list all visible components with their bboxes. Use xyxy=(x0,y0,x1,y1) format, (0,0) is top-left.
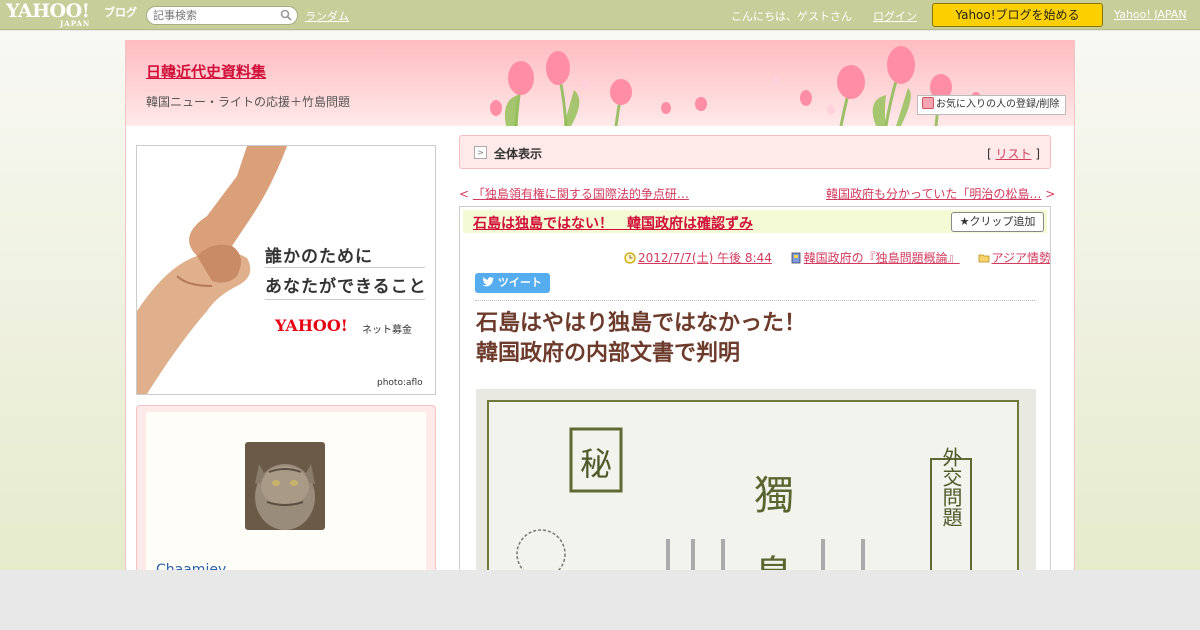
ad-divider xyxy=(265,299,425,300)
ad-line-2: あなたができること xyxy=(265,277,427,297)
post-article: 石島は独島ではない！ 韓国政府は確認ずみ ★クリップ追加 2012/7/7(土)… xyxy=(459,206,1051,570)
next-post-title: 韓国政府も分かっていた「明治の松島… xyxy=(826,187,1042,201)
favorite-label: お気に入りの人の登録/削除 xyxy=(936,99,1060,110)
view-all-label[interactable]: 全体表示 xyxy=(494,145,542,162)
headline-line-1: 石島はやはり独島ではなかった！ xyxy=(476,311,807,336)
blog-container: 日韓近代史資料集 韓国ニュー・ライトの応援＋竹島問題 お気に入りの人の登録/削除 xyxy=(125,40,1075,570)
donation-ad-banner[interactable]: 誰かのために あなたができること YAHOO! ネット募金 photo:aflo xyxy=(136,145,436,395)
post-meta: 2012/7/7(土) 午後 8:44 韓国政府の『独島問題概論』 アジア情勢 xyxy=(610,249,1050,265)
doc-secret-mark: 秘 xyxy=(580,445,612,483)
post-headline: 石島はやはり独島ではなかった！ 韓国政府の内部文書で判明 xyxy=(476,309,806,369)
folder-icon xyxy=(978,254,989,263)
profile-name[interactable]: Chaamiey xyxy=(156,562,226,570)
blog-header: 日韓近代史資料集 韓国ニュー・ライトの応援＋竹島問題 お気に入りの人の登録/削除 xyxy=(126,40,1074,126)
post-date[interactable]: 2012/7/7(土) 午後 8:44 xyxy=(638,251,772,265)
star-icon: ★ xyxy=(959,215,970,228)
view-all-bar: > 全体表示 [ リスト ] xyxy=(459,135,1051,169)
top-bar: YAHOO! JAPAN ブログ ランダム こんにちは、ゲストさん ログイン Y… xyxy=(0,0,1200,30)
next-arrow: > xyxy=(1041,187,1056,201)
logo-japan: JAPAN xyxy=(60,19,91,28)
prev-post-link[interactable]: < 「独島領有権に関する国際法的争点研… xyxy=(459,185,689,202)
next-post-link[interactable]: 韓国政府も分かっていた「明治の松島… > xyxy=(826,185,1055,202)
avatar[interactable] xyxy=(245,442,325,530)
clock-icon xyxy=(624,252,636,264)
yahoo-blog-logo[interactable]: YAHOO! JAPAN ブログ xyxy=(6,0,137,29)
doc-char-2: 島 xyxy=(754,553,794,570)
start-blog-button[interactable]: Yahoo!ブログを始める xyxy=(932,3,1103,27)
ad-divider xyxy=(265,267,425,268)
document-image: 秘 獨 島 外交問題 xyxy=(476,389,1036,570)
ad-logo-sub: ネット募金 xyxy=(362,325,412,336)
doc-right-label: 外交問題 xyxy=(939,447,963,527)
prev-arrow: < xyxy=(459,187,473,201)
page-bottom xyxy=(0,570,1200,630)
search-input[interactable] xyxy=(153,7,281,24)
post-header: 石島は独島ではない！ 韓国政府は確認ずみ ★クリップ追加 xyxy=(463,210,1047,233)
search-box xyxy=(146,6,298,25)
list-link[interactable]: リスト xyxy=(995,147,1031,161)
book-icon xyxy=(791,252,801,264)
clip-add-button[interactable]: ★クリップ追加 xyxy=(951,212,1044,232)
ad-line-1: 誰かのために xyxy=(265,247,373,267)
logo-blog: ブログ xyxy=(104,6,137,19)
arrow-right-icon: > xyxy=(474,146,487,159)
ad-photo-credit: photo:aflo xyxy=(377,378,423,388)
post-divider xyxy=(475,300,1035,301)
document-scan-icon: 秘 獨 島 外交問題 xyxy=(487,400,1019,570)
search-icon[interactable] xyxy=(280,9,292,21)
list-toggle: [ リスト ] xyxy=(987,145,1040,162)
post-book[interactable]: 韓国政府の『独島問題概論』 xyxy=(804,251,960,265)
doc-char-1: 獨 xyxy=(754,473,794,519)
favorite-button[interactable]: お気に入りの人の登録/削除 xyxy=(917,95,1066,115)
list-bracket-close: ] xyxy=(1031,147,1040,161)
blog-title[interactable]: 日韓近代史資料集 xyxy=(146,61,266,82)
tweet-label: ツイート xyxy=(497,276,542,289)
greeting-text: こんにちは、ゲストさん xyxy=(731,10,852,23)
favorite-icon xyxy=(922,97,934,109)
post-title[interactable]: 石島は独島ではない！ 韓国政府は確認ずみ xyxy=(473,213,753,233)
clip-label: クリップ追加 xyxy=(969,215,1036,228)
profile-inner: Chaamiey xyxy=(146,412,426,570)
headline-line-2: 韓国政府の内部文書で判明 xyxy=(476,341,741,366)
blog-subtitle: 韓国ニュー・ライトの応援＋竹島問題 xyxy=(146,95,351,109)
prev-post-title: 「独島領有権に関する国際法的争点研… xyxy=(472,187,689,201)
hands-photo-icon xyxy=(137,146,435,394)
tweet-button[interactable]: ツイート xyxy=(475,273,550,293)
logo-yahoo: YAHOO! xyxy=(6,0,90,22)
login-link[interactable]: ログイン xyxy=(873,8,917,24)
yahoo-japan-link[interactable]: Yahoo! JAPAN xyxy=(1114,8,1187,21)
post-category[interactable]: アジア情勢 xyxy=(992,251,1050,265)
random-link[interactable]: ランダム xyxy=(305,8,349,24)
profile-box: Chaamiey xyxy=(136,405,436,570)
twitter-bird-icon xyxy=(482,277,494,287)
ad-yahoo-logo: YAHOO! xyxy=(275,316,348,335)
